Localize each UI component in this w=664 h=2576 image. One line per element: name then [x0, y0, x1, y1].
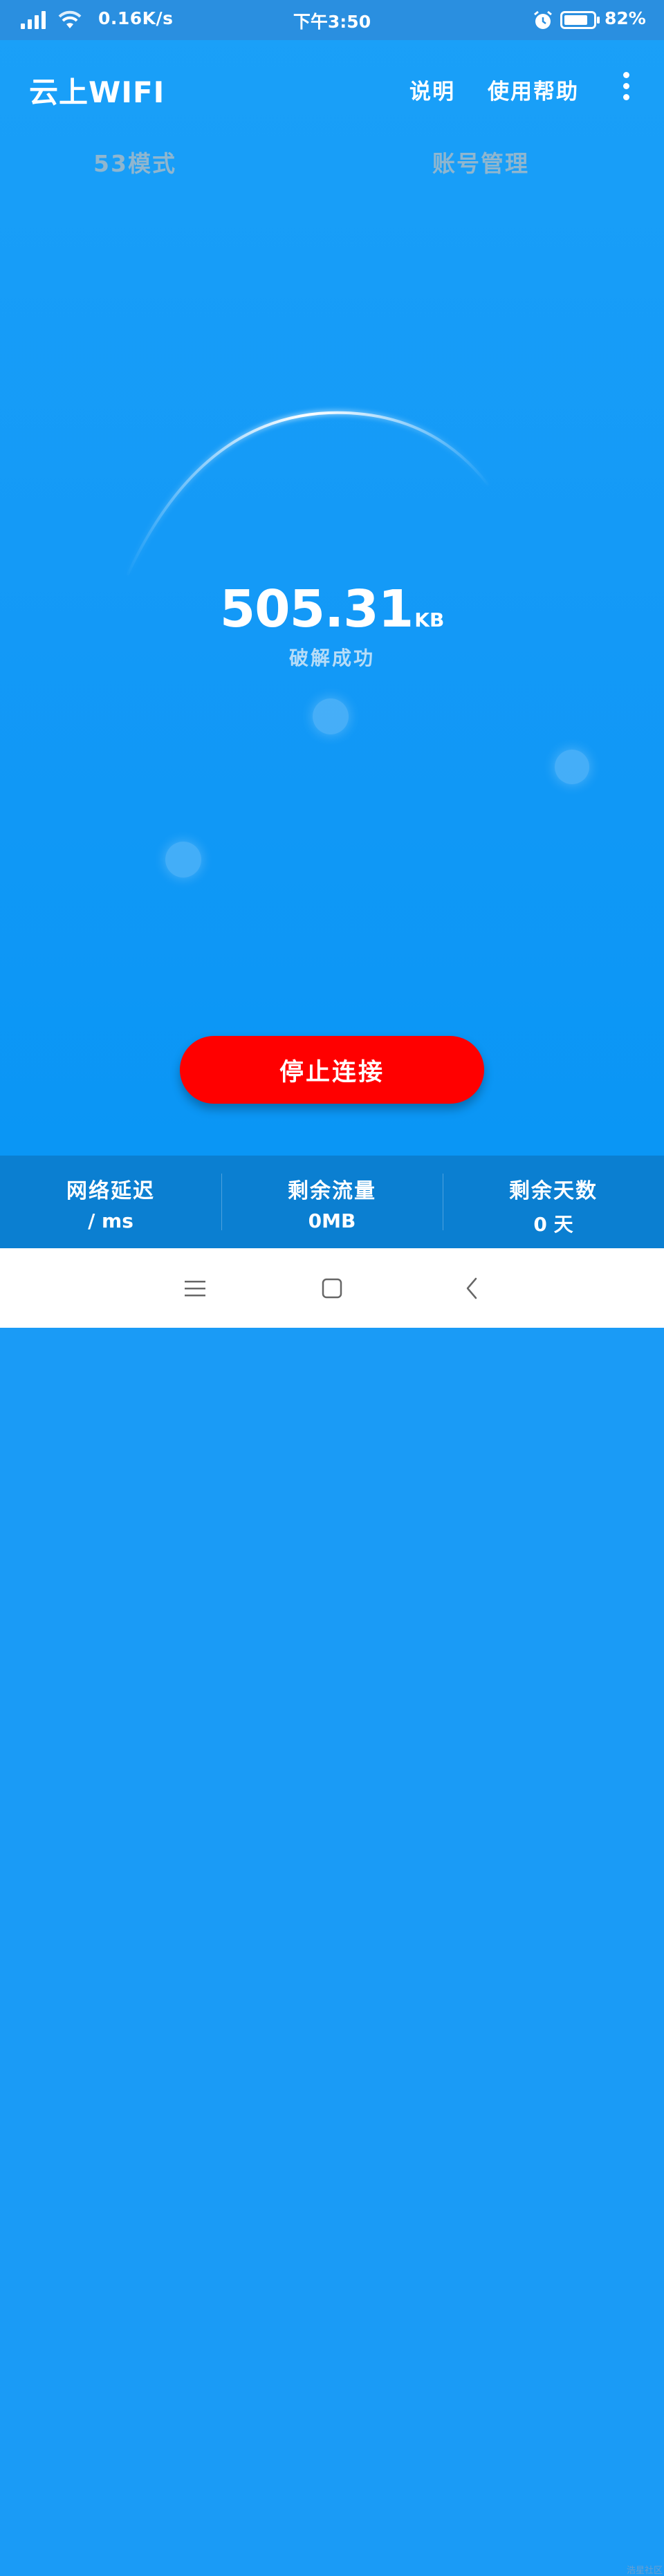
tab-account-management[interactable]: 账号管理: [412, 145, 550, 178]
speed-value: 505.31: [219, 580, 414, 639]
stat-latency: 网络延迟 / ms: [0, 1156, 221, 1248]
more-vertical-icon[interactable]: [616, 72, 636, 104]
stat-remaining-days: 剩余天数 0 天: [443, 1156, 664, 1248]
stat-label: 剩余流量: [288, 1179, 376, 1203]
speed-readout: 505.31KB: [0, 580, 664, 639]
speed-unit: KB: [414, 609, 445, 631]
stat-value: 0 天: [533, 1213, 573, 1236]
alarm-icon: [534, 10, 552, 29]
home-icon[interactable]: [311, 1268, 353, 1309]
stat-value: 0MB: [308, 1210, 356, 1232]
stat-value: / ms: [88, 1210, 133, 1232]
explain-button[interactable]: 说明: [409, 74, 455, 105]
connection-status: 破解成功: [288, 647, 375, 669]
status-bar: 0.16K/s 下午3:50 82%: [0, 0, 664, 40]
decorative-bubble: [555, 750, 589, 784]
watermark: 浩星社区: [627, 2566, 663, 2576]
decorative-bubble: [165, 842, 201, 878]
app-title: 云上WIFI: [29, 75, 165, 109]
battery-percent: 82%: [605, 8, 646, 28]
stat-label: 网络延迟: [66, 1179, 155, 1203]
help-button[interactable]: 使用帮助: [488, 74, 579, 105]
tab-53-mode[interactable]: 53模式: [66, 145, 204, 178]
stat-label: 剩余天数: [509, 1179, 598, 1203]
stats-bar: 网络延迟 / ms 剩余流量 0MB 剩余天数 0 天: [0, 1156, 664, 1248]
decorative-bubble: [313, 698, 349, 734]
back-icon[interactable]: [451, 1268, 492, 1309]
stop-connection-button[interactable]: 停止连接: [180, 1036, 484, 1104]
battery-icon: [560, 11, 600, 29]
menu-icon[interactable]: [174, 1268, 216, 1309]
stat-remaining-data: 剩余流量 0MB: [221, 1156, 443, 1248]
system-nav-bar: 浩星社区: [0, 1248, 664, 2576]
